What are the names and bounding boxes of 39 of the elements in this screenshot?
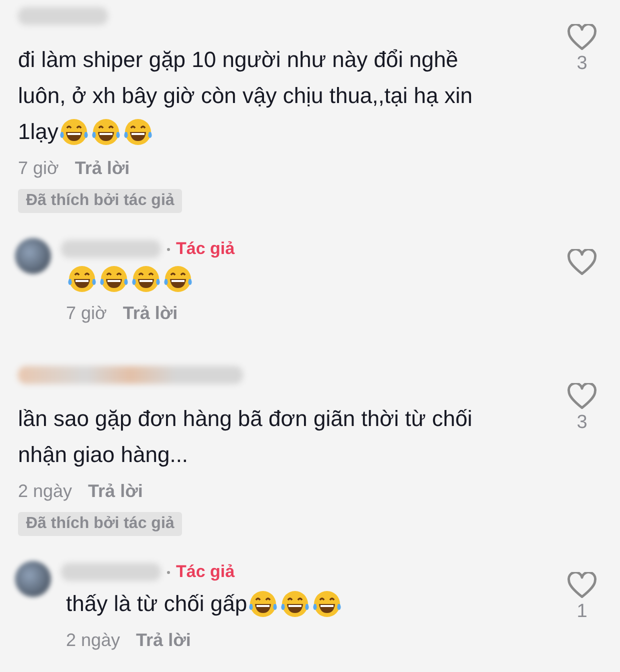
reply-link[interactable]: Trả lời [122,295,178,331]
laughing-emoji-icon [58,116,90,148]
heart-icon[interactable] [567,572,597,599]
comment-text: thấy là từ chối gấp [66,590,248,618]
liked-by-author-tag: Đã thích bởi tác giả [18,189,182,213]
reply-link[interactable]: Trả lời [74,150,130,186]
timestamp: 7 giờ [66,302,107,325]
separator-dot [167,570,170,574]
avatar[interactable] [15,238,51,274]
comment-text: lần sao gặp đơn hàng bã đơn giãn thời từ chối [18,405,472,433]
liked-by-author-tag: Đã thích bởi tác giả [18,512,182,536]
laughing-emoji-icon [311,588,344,620]
reply-link[interactable]: Trả lời [88,473,143,509]
like-count: 1 [576,601,588,623]
comment-text: nhận giao hàng... [18,441,188,469]
author-label: Tác giả [176,562,235,582]
heart-icon[interactable] [567,24,597,51]
laughing-emoji-icon [122,116,154,148]
comment-text: luôn, ở xh bây giờ còn vậy chịu thua,,tại hạ xin [18,82,472,110]
laughing-emoji-icon [98,263,130,295]
laughing-emoji-icon [90,116,122,148]
comment-text: 1lạy [18,118,58,146]
timestamp: 7 giờ [18,157,59,180]
like-count: 3 [576,53,588,75]
reply-link[interactable]: Trả lời [136,622,191,658]
laughing-emoji-icon [66,263,98,295]
avatar[interactable] [15,561,51,597]
comment-text: đi làm shiper gặp 10 người như này đổi nghề [18,46,458,74]
like-count: 3 [576,412,588,434]
separator-dot [167,248,170,250]
heart-icon[interactable] [567,249,597,276]
laughing-emoji-icon [162,263,194,295]
laughing-emoji-icon [279,588,312,620]
laughing-emoji-icon [130,263,162,295]
author-label: Tác giả [176,239,235,259]
heart-icon[interactable] [567,383,597,410]
timestamp: 2 ngày [66,629,120,652]
laughing-emoji-icon [247,588,280,620]
timestamp: 2 ngày [18,480,72,503]
